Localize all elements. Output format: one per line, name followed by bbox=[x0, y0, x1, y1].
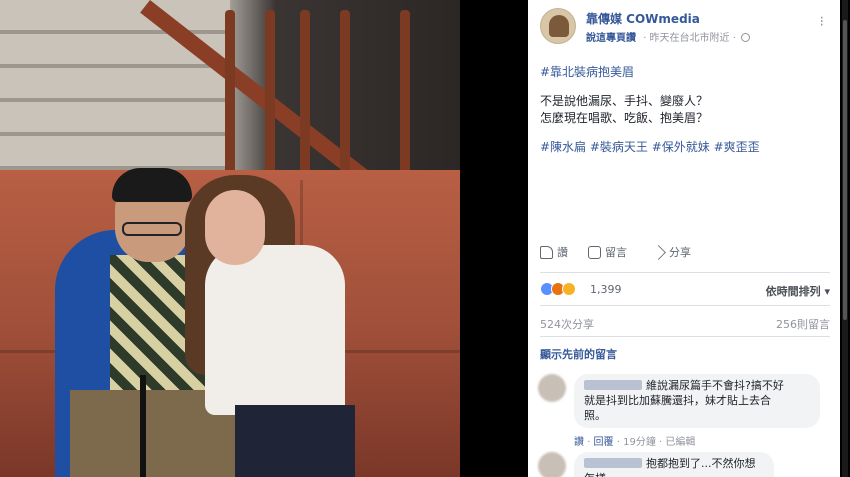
comment-meta: 讚 · 回覆 · 19分鐘 · 已編輯 bbox=[574, 437, 696, 448]
hashtag-title[interactable]: #靠北裝病抱美眉 bbox=[540, 65, 634, 79]
divider bbox=[540, 272, 830, 273]
post-header: 靠傳媒 COWmedia 說這專頁讚 · 昨天在台北市附近 · ⁝ bbox=[540, 8, 830, 46]
globe-icon bbox=[741, 33, 751, 42]
reaction-icons[interactable] bbox=[540, 282, 576, 296]
haha-reaction-icon bbox=[562, 282, 576, 296]
comment-text-line-2: 就是抖到比加蘇騰還抖，妹才貼上去合 bbox=[584, 394, 771, 407]
commenter-name-blurred[interactable] bbox=[584, 380, 642, 390]
photo-baluster bbox=[300, 10, 310, 180]
comment-bubble: 抱都抱到了...不然你想怎樣 bbox=[574, 452, 774, 477]
post-time-location[interactable]: · 昨天在台北市附近 · bbox=[643, 33, 736, 44]
reaction-count[interactable]: 1,399 bbox=[590, 283, 622, 296]
photo-woman-pants bbox=[235, 405, 355, 477]
commenter-avatar[interactable] bbox=[538, 374, 566, 402]
post-line-2: 怎麼現在唱歌、吃飯、抱美眉？ bbox=[540, 111, 709, 125]
comment-reply-link[interactable]: 回覆 bbox=[594, 437, 614, 448]
photo-woman-face bbox=[205, 190, 265, 265]
share-label: 分享 bbox=[669, 246, 691, 259]
share-arrow-icon bbox=[651, 244, 666, 260]
page-avatar[interactable] bbox=[540, 8, 576, 44]
photo-glasses bbox=[122, 222, 182, 236]
photo-baluster bbox=[340, 10, 350, 180]
divider bbox=[540, 305, 830, 306]
comment-text-line-1: 維說漏尿篇手不會抖?搞不好 bbox=[646, 379, 784, 392]
photo-baluster bbox=[265, 10, 275, 180]
divider bbox=[540, 336, 830, 337]
comment-bubble: 維說漏尿篇手不會抖?搞不好 就是抖到比加蘇騰還抖，妹才貼上去合 照。 bbox=[574, 374, 820, 428]
comment-count[interactable]: 256則留言 bbox=[776, 316, 830, 332]
like-button[interactable]: 讚 bbox=[540, 244, 568, 260]
show-previous-comments-link[interactable]: 顯示先前的留言 bbox=[540, 346, 617, 362]
comment-time: · 19分鐘 · 已編輯 bbox=[616, 437, 696, 448]
like-page-link[interactable]: 說這專頁讚 bbox=[586, 33, 636, 44]
post-panel: 靠傳媒 COWmedia 說這專頁讚 · 昨天在台北市附近 · ⁝ #靠北裝病抱… bbox=[528, 0, 840, 477]
comment-like-link[interactable]: 讚 bbox=[574, 437, 584, 448]
reactions-bar: 1,399 依時間排列 ▾ bbox=[540, 281, 830, 299]
post-body: #靠北裝病抱美眉 不是說他漏尿、手抖、變廢人？ 怎麼現在唱歌、吃飯、抱美眉？ #… bbox=[540, 64, 830, 156]
share-count[interactable]: 524次分享 bbox=[540, 316, 594, 332]
sort-comments-dropdown[interactable]: 依時間排列 ▾ bbox=[766, 283, 830, 299]
page-name[interactable]: 靠傳媒 COWmedia bbox=[586, 10, 700, 27]
scrollbar-thumb[interactable] bbox=[843, 20, 847, 320]
commenter-avatar[interactable] bbox=[538, 452, 566, 477]
post-meta: 說這專頁讚 · 昨天在台北市附近 · bbox=[586, 29, 751, 44]
thumbs-up-icon bbox=[540, 245, 553, 259]
photo-man-hair bbox=[112, 168, 192, 202]
share-button[interactable]: 分享 bbox=[651, 244, 691, 260]
like-label: 讚 bbox=[557, 246, 568, 259]
photo-baluster bbox=[225, 10, 235, 180]
photo-woman-top bbox=[205, 245, 345, 415]
photo-cane bbox=[140, 375, 146, 477]
comment-label: 留言 bbox=[605, 246, 627, 259]
post-line-1: 不是說他漏尿、手抖、變廢人？ bbox=[540, 94, 709, 108]
comment-icon bbox=[588, 245, 601, 259]
comment-button[interactable]: 留言 bbox=[588, 244, 627, 260]
post-hashtags[interactable]: #陳水扁 #裝病天王 #保外就妹 #爽歪歪 bbox=[540, 139, 830, 156]
post-actions: 讚 留言 分享 bbox=[540, 244, 830, 264]
commenter-name-blurred[interactable] bbox=[584, 458, 642, 468]
photo-stairs bbox=[0, 0, 230, 190]
options-icon[interactable]: ⁝ bbox=[820, 14, 824, 30]
photo-baluster bbox=[400, 10, 410, 180]
comment-text-line-3: 照。 bbox=[584, 409, 606, 422]
post-photo[interactable] bbox=[0, 0, 460, 477]
